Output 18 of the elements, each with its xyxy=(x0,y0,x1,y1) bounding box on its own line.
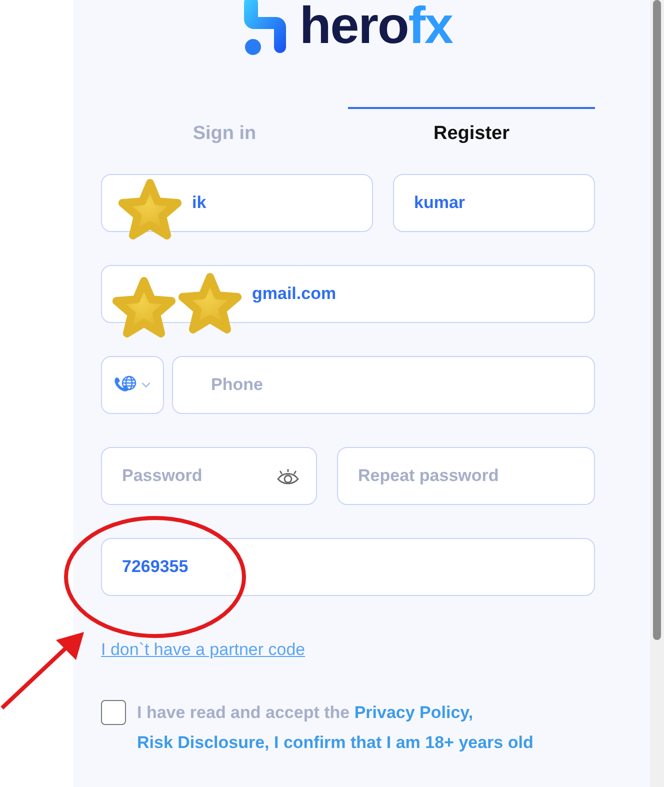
risk-disclosure-link[interactable]: Risk Disclosure, I confirm that I am 18+ years old xyxy=(137,733,534,752)
consent-checkbox[interactable] xyxy=(101,700,126,725)
country-code-button[interactable] xyxy=(101,356,164,414)
last-name-field[interactable]: kumar xyxy=(393,174,595,232)
partner-code-field[interactable]: 7269355 xyxy=(101,538,595,596)
star-sticker-icon xyxy=(178,273,242,334)
tab[interactable]: Register xyxy=(348,107,595,147)
consent-text: I have read and accept the Privacy Policy, Risk Disclosure, I confirm that I am 18+ years old xyxy=(137,702,534,754)
scrollbar-thumb[interactable] xyxy=(653,0,661,640)
eye-icon[interactable] xyxy=(277,469,299,485)
password-field[interactable]: Password xyxy=(101,447,317,505)
star-sticker-icon xyxy=(118,179,182,240)
star-sticker-icon xyxy=(112,277,176,338)
repeat-password-field[interactable]: Repeat password xyxy=(337,447,595,505)
logo-text: herofx xyxy=(300,0,452,52)
privacy-policy-link[interactable]: Privacy Policy, xyxy=(354,703,474,722)
phone-field[interactable]: Phone xyxy=(172,356,595,414)
no-partner-code-link[interactable]: I don`t have a partner code xyxy=(101,640,306,660)
